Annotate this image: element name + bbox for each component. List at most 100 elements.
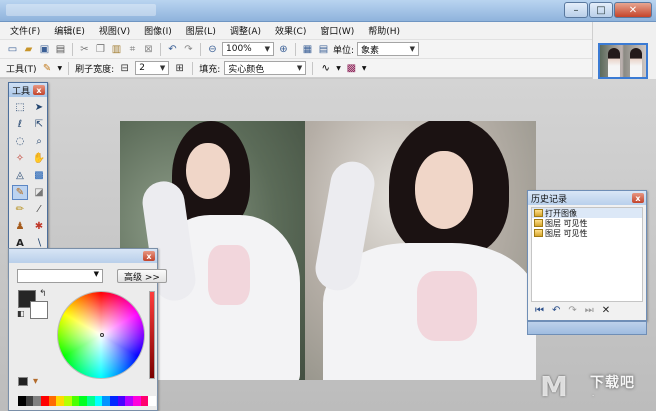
magic-wand-icon[interactable]: ✧ [12, 151, 28, 166]
undo-icon[interactable]: ↶ [552, 305, 560, 316]
tool-label[interactable]: 工具(T) [6, 62, 37, 75]
history-panel-close-button[interactable]: x [632, 193, 644, 203]
palette-swatch[interactable] [41, 396, 49, 406]
menu-file[interactable]: 文件(F) [10, 24, 40, 37]
open-folder-icon[interactable]: ▰ [22, 43, 35, 56]
close-button[interactable]: ✕ [614, 2, 652, 18]
rewind-icon[interactable]: ⏮ [535, 305, 544, 316]
blend-mode-icon[interactable]: ▩ [345, 62, 358, 75]
palette-swatch[interactable] [125, 396, 134, 406]
palette-primary-icon[interactable] [18, 377, 28, 386]
eraser-icon[interactable]: ◪ [31, 185, 47, 200]
fast-forward-icon[interactable]: ⏭ [585, 305, 594, 316]
paintbrush-icon[interactable]: ✎ [41, 62, 54, 75]
move-selection-icon[interactable]: ➤ [31, 100, 47, 115]
deselect-icon[interactable]: ⊠ [142, 43, 155, 56]
save-icon[interactable]: ▣ [38, 43, 51, 56]
menu-layers[interactable]: 图层(L) [186, 24, 216, 37]
palette-swatch[interactable] [148, 396, 157, 406]
colors-panel-close-button[interactable]: x [143, 251, 155, 261]
image-thumbnail[interactable] [598, 43, 648, 79]
brush-width-combo[interactable]: 2 ▼ [135, 61, 170, 75]
menu-edit[interactable]: 编辑(E) [54, 24, 85, 37]
palette-swatch[interactable] [140, 396, 149, 406]
antialias-icon[interactable]: ∿ [319, 62, 332, 75]
palette-swatch[interactable] [110, 396, 118, 406]
palette-swatch[interactable] [56, 396, 65, 406]
menu-adjustments[interactable]: 调整(A) [230, 24, 261, 37]
menu-effects[interactable]: 效果(C) [275, 24, 306, 37]
paintbrush-tool-icon[interactable]: ✎ [12, 185, 28, 200]
zoom-icon[interactable]: ⌕ [31, 134, 47, 149]
palette-swatch[interactable] [64, 396, 72, 406]
color-target-combo[interactable]: ▼ [17, 269, 103, 283]
menu-image[interactable]: 图像(I) [144, 24, 172, 37]
menu-help[interactable]: 帮助(H) [368, 24, 400, 37]
history-item[interactable]: 打开图像 [532, 208, 642, 218]
palette-swatch[interactable] [18, 396, 26, 406]
palette-swatch[interactable] [79, 396, 88, 406]
secondary-color-swatch[interactable] [30, 301, 48, 319]
print-icon[interactable]: ▤ [54, 43, 67, 56]
minimize-button[interactable]: – [564, 2, 588, 18]
menu-window[interactable]: 窗口(W) [320, 24, 354, 37]
grid-icon[interactable]: ▦ [301, 43, 314, 56]
pan-icon[interactable]: ✋ [31, 151, 47, 166]
paste-icon[interactable]: ▥ [110, 43, 123, 56]
delete-history-icon[interactable]: ✕ [602, 305, 610, 316]
new-file-icon[interactable]: ▭ [6, 43, 19, 56]
ellipse-select-icon[interactable]: ◌ [12, 134, 28, 149]
layers-panel-header[interactable] [527, 321, 647, 335]
minus-icon[interactable]: ⊟ [118, 62, 131, 75]
tools-panel-close-button[interactable]: x [33, 85, 45, 95]
zoom-out-icon[interactable]: ⊖ [206, 43, 219, 56]
gradient-icon[interactable]: ▩ [31, 168, 47, 183]
canvas-image[interactable] [120, 121, 536, 380]
palette-menu-icon[interactable]: ▾ [33, 376, 38, 387]
palette-swatch[interactable] [117, 396, 126, 406]
palette-swatch[interactable] [33, 396, 42, 406]
plus-icon[interactable]: ⊞ [173, 62, 186, 75]
chevron-down-icon[interactable]: ▼ [336, 65, 341, 72]
swap-colors-icon[interactable]: ↰ [39, 289, 47, 299]
chevron-down-icon[interactable]: ▼ [58, 65, 63, 72]
zoom-in-icon[interactable]: ⊕ [277, 43, 290, 56]
color-palette[interactable] [18, 396, 157, 406]
ruler-icon[interactable]: ▤ [317, 43, 330, 56]
palette-swatch[interactable] [48, 396, 57, 406]
history-panel-header[interactable]: 历史记录 x [528, 191, 646, 205]
history-item[interactable]: 图层 可见性 [532, 218, 642, 228]
maximize-button[interactable]: □ [589, 2, 613, 18]
fill-combo[interactable]: 实心颜色 ▼ [224, 61, 307, 75]
palette-swatch[interactable] [25, 396, 34, 406]
palette-swatch[interactable] [133, 396, 141, 406]
recolor-icon[interactable]: ✱ [31, 219, 47, 234]
tools-panel-header[interactable]: 工具 x [9, 83, 47, 97]
zoom-combo[interactable]: 100% ▼ [222, 42, 274, 56]
cut-icon[interactable]: ✂ [78, 43, 91, 56]
color-picker-icon[interactable]: ⁄ [31, 202, 47, 217]
palette-swatch[interactable] [71, 396, 80, 406]
copy-icon[interactable]: ❐ [94, 43, 107, 56]
advanced-button[interactable]: 高级 >> [117, 269, 167, 283]
menu-view[interactable]: 视图(V) [99, 24, 130, 37]
clone-stamp-icon[interactable]: ♟ [12, 219, 28, 234]
redo-icon[interactable]: ↷ [182, 43, 195, 56]
colors-panel-header[interactable]: x [9, 249, 157, 263]
palette-swatch[interactable] [94, 396, 103, 406]
lasso-select-icon[interactable]: ℓ [12, 117, 28, 132]
history-item[interactable]: 图层 可见性 [532, 228, 642, 238]
value-slider[interactable] [149, 291, 155, 379]
rectangle-select-icon[interactable]: ⬚ [12, 100, 28, 115]
undo-icon[interactable]: ↶ [166, 43, 179, 56]
move-selected-icon[interactable]: ⇱ [31, 117, 47, 132]
reset-colors-icon[interactable]: ◧ [17, 309, 25, 318]
chevron-down-icon[interactable]: ▼ [362, 65, 367, 72]
palette-swatch[interactable] [102, 396, 111, 406]
pencil-icon[interactable]: ✏ [12, 202, 28, 217]
redo-icon[interactable]: ↷ [568, 305, 576, 316]
unit-combo[interactable]: 象素 ▼ [357, 42, 420, 56]
crop-icon[interactable]: ⌗ [126, 43, 139, 56]
palette-swatch[interactable] [87, 396, 95, 406]
paint-bucket-icon[interactable]: ◬ [12, 168, 28, 183]
